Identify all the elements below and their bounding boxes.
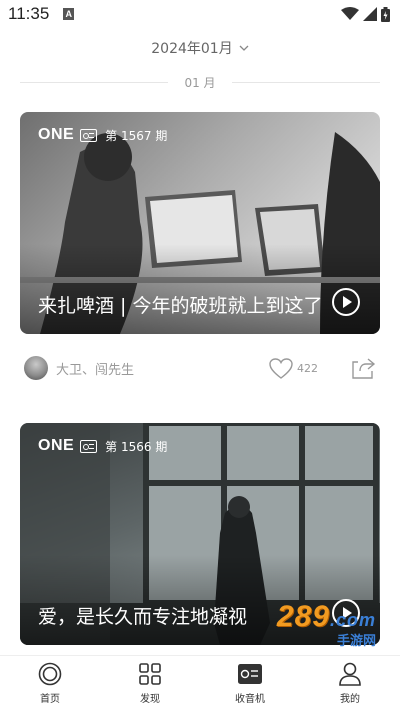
radio-icon bbox=[238, 662, 262, 686]
tab-home[interactable]: 首页 bbox=[0, 656, 100, 711]
bottom-tab-bar: 首页 发现 收音机 我的 bbox=[0, 655, 400, 711]
share-icon[interactable] bbox=[352, 357, 376, 379]
battery-icon bbox=[381, 6, 390, 22]
signal-icon bbox=[363, 7, 377, 21]
wifi-icon bbox=[341, 7, 359, 20]
grid-icon bbox=[139, 662, 161, 686]
status-indicators bbox=[341, 6, 390, 22]
brand-logo: ONE bbox=[38, 437, 75, 454]
section-label: 01 月 bbox=[184, 76, 216, 90]
site-watermark: 289.com 手游网 bbox=[276, 600, 376, 650]
card-title: 爱，是长久而专注地凝视 bbox=[38, 606, 248, 628]
authors: 大卫、闯先生 bbox=[56, 362, 135, 378]
chevron-down-icon bbox=[239, 45, 249, 51]
card-meta-row: 大卫、闯先生 422 bbox=[24, 353, 376, 383]
like-count: 422 bbox=[297, 361, 318, 375]
like-group[interactable]: 422 bbox=[269, 357, 318, 379]
month-selector[interactable]: 2024年01月 bbox=[0, 38, 400, 58]
status-time: 11:35 bbox=[8, 4, 50, 23]
tab-label: 收音机 bbox=[235, 694, 265, 705]
tab-label: 我的 bbox=[340, 694, 360, 705]
home-icon bbox=[38, 662, 62, 686]
brand-mark: ONE 第 1566 期 bbox=[38, 437, 167, 455]
tab-radio[interactable]: 收音机 bbox=[200, 656, 300, 711]
issue-number: 第 1567 期 bbox=[105, 128, 168, 143]
watermark-number: 289.com bbox=[276, 600, 376, 633]
radio-logo-icon bbox=[80, 439, 98, 453]
brand-mark: ONE 第 1567 期 bbox=[38, 126, 167, 144]
card-title: 来扎啤酒 | 今年的破班就上到这了 bbox=[38, 295, 323, 317]
watermark-text: 手游网 bbox=[336, 634, 376, 649]
tab-discover[interactable]: 发现 bbox=[100, 656, 200, 711]
brand-logo: ONE bbox=[38, 126, 75, 143]
card-overlay bbox=[20, 244, 380, 334]
status-bar: 11:35 A bbox=[0, 0, 400, 28]
profile-icon bbox=[339, 662, 361, 686]
notification-badge-icon: A bbox=[63, 8, 75, 20]
divider-line-left bbox=[20, 82, 169, 83]
tab-profile[interactable]: 我的 bbox=[300, 656, 400, 711]
section-divider: 01 月 bbox=[20, 74, 380, 91]
article-card[interactable]: ONE 第 1567 期 来扎啤酒 | 今年的破班就上到这了 bbox=[20, 112, 380, 334]
month-label: 2024年01月 bbox=[151, 41, 233, 57]
heart-icon[interactable] bbox=[269, 357, 293, 379]
tab-label: 发现 bbox=[140, 694, 160, 705]
radio-logo-icon bbox=[80, 128, 98, 142]
divider-line-right bbox=[231, 82, 380, 83]
avatar[interactable] bbox=[24, 356, 48, 380]
tab-label: 首页 bbox=[40, 694, 60, 705]
issue-number: 第 1566 期 bbox=[105, 439, 168, 454]
play-button[interactable] bbox=[332, 288, 360, 316]
